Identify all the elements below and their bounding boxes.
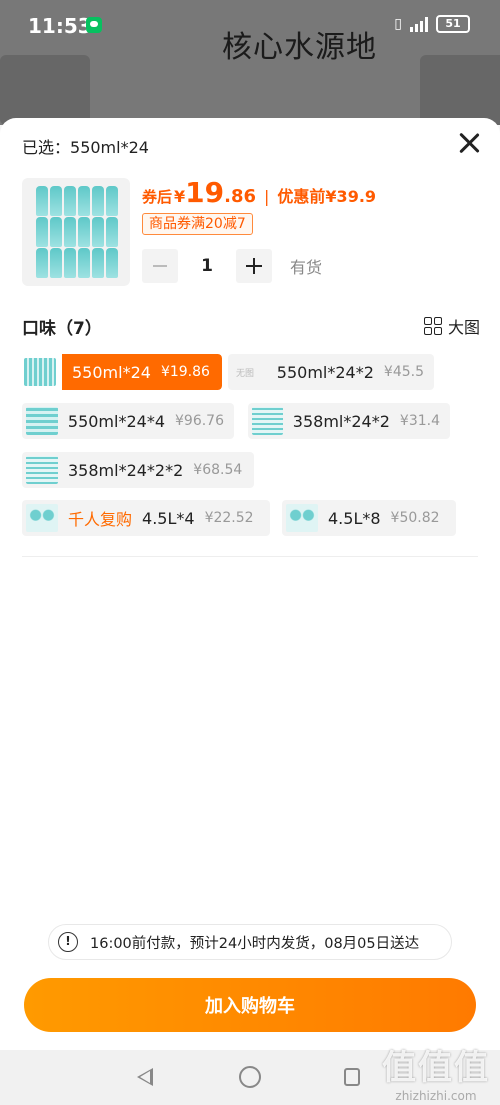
wechat-icon (86, 17, 102, 33)
price-decimal: .86 (224, 186, 257, 207)
repurchase-tag: 千人复购 (68, 510, 133, 529)
close-icon[interactable] (456, 130, 482, 156)
battery-icon: 51 (436, 15, 470, 33)
option-chip-550ml-24-2[interactable]: 无图 550ml*24*2 ¥45.5 (228, 354, 434, 390)
option-price: ¥50.82 (390, 510, 440, 526)
option-label: 4.5L*4 (142, 508, 195, 528)
quantity-value[interactable]: 1 (178, 256, 236, 276)
option-thumbnail (26, 407, 58, 435)
vibrate-icon: ▯ (394, 16, 402, 32)
price-integer: 19 (185, 176, 225, 209)
option-label: 4.5L*8 (328, 508, 381, 528)
option-label: 550ml*24*4 (67, 411, 165, 431)
option-price: ¥45.5 (383, 364, 424, 380)
currency-symbol: ¥ (174, 187, 186, 206)
option-thumbnail (24, 358, 56, 386)
option-price: ¥31.4 (399, 413, 440, 429)
flavor-section-title: 口味（7） (22, 319, 102, 339)
delivery-notice-text: 16:00前付款，预计24小时内发货，08月05日送达 (90, 935, 420, 952)
stock-status: 有货 (290, 258, 323, 277)
product-image[interactable] (22, 178, 130, 286)
option-thumbnail (286, 504, 318, 532)
option-chip-4-5l-4[interactable]: 千人复购 4.5L*4 ¥22.52 (22, 500, 270, 536)
option-price: ¥22.52 (204, 510, 254, 526)
option-thumbnail (26, 456, 58, 484)
sku-selector-sheet: 已选：550ml*24 券后 ¥ 19 .86 | 优惠前 ¥39.9 商品券满… (0, 118, 500, 1050)
watermark: 值值值 zhizhizhi.com (382, 1040, 490, 1103)
increase-button[interactable] (236, 249, 272, 283)
coupon-badge[interactable]: 商品券满20减7 (142, 213, 253, 235)
status-bar: 11:53 ▯ 51 (0, 0, 500, 50)
status-time: 11:53 (28, 14, 92, 38)
selected-value: 550ml*24 (70, 138, 149, 157)
add-to-cart-button[interactable]: 加入购物车 (24, 978, 476, 1032)
option-price: ¥68.54 (193, 462, 243, 478)
home-icon[interactable] (239, 1066, 261, 1088)
watermark-logo: 值值值 (382, 1048, 490, 1088)
no-image-placeholder: 无图 (236, 368, 255, 379)
delivery-notice: ! 16:00前付款，预计24小时内发货，08月05日送达 (48, 924, 452, 960)
option-thumbnail (252, 407, 283, 435)
option-label: 550ml*24*2 (276, 362, 374, 382)
option-price: ¥96.76 (175, 413, 224, 429)
option-chip-550ml-24-4[interactable]: 550ml*24*4 ¥96.76 (22, 403, 234, 439)
info-icon: ! (58, 932, 78, 952)
recent-apps-icon[interactable] (344, 1068, 360, 1086)
divider (22, 556, 478, 557)
selected-label: 已选： (22, 138, 71, 157)
status-icons: ▯ 51 (394, 15, 470, 33)
option-chip-358ml-24-2[interactable]: 358ml*24*2 ¥31.4 (248, 403, 450, 439)
original-price: ¥39.9 (325, 187, 377, 206)
original-price-label: 优惠前 (277, 187, 326, 206)
signal-icon (410, 16, 428, 32)
option-price: ¥19.86 (160, 364, 210, 380)
decrease-button[interactable] (142, 249, 178, 283)
option-chip-358ml-24-2-2[interactable]: 358ml*24*2*2 ¥68.54 (22, 452, 254, 488)
selected-sku: 已选：550ml*24 (22, 134, 149, 158)
option-chip-4-5l-8[interactable]: 4.5L*8 ¥50.82 (282, 500, 456, 536)
price-row: 券后 ¥ 19 .86 | 优惠前 ¥39.9 (142, 176, 376, 209)
price-separator: | (264, 187, 270, 206)
option-label: 550ml*24 (72, 362, 151, 382)
option-label: 358ml*24*2*2 (68, 460, 184, 480)
coupon-price-label: 券后 (142, 188, 173, 206)
big-view-label: 大图 (447, 318, 480, 337)
back-icon[interactable] (137, 1068, 153, 1086)
quantity-stepper: 1 有货 (142, 249, 322, 283)
watermark-url: zhizhizhi.com (395, 1089, 477, 1103)
option-selected-fill: 550ml*24 ¥19.86 (62, 354, 222, 390)
grid-icon (423, 317, 442, 335)
option-thumbnail (26, 504, 58, 532)
option-label: 358ml*24*2 (292, 411, 390, 431)
option-chip-550ml-24[interactable]: 550ml*24 ¥19.86 (22, 354, 222, 390)
big-view-toggle[interactable]: 大图 (423, 314, 480, 338)
